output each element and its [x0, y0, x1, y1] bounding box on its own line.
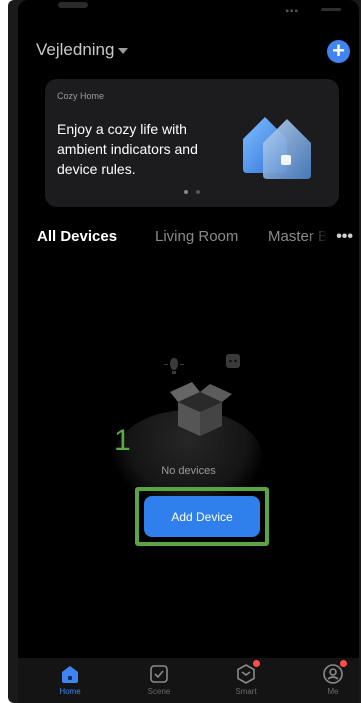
scene-icon	[150, 665, 168, 683]
empty-box-icon	[164, 354, 240, 436]
tabbar-smart[interactable]: Smart	[221, 660, 271, 696]
room-tabs: All Devices Living Room Master Bedroom •…	[18, 228, 359, 252]
tabbar-me[interactable]: Me	[308, 660, 358, 696]
phone-frame: ▪▪▪ Vejledning + Cozy Home Enjoy a cozy …	[8, 0, 361, 703]
empty-state-message: No devices	[161, 465, 216, 477]
battery-icon	[321, 8, 341, 11]
home-name: Vejledning	[36, 40, 115, 59]
tabbar-home[interactable]: Home	[45, 663, 95, 696]
notification-dot	[340, 660, 347, 667]
tab-master-bedroom[interactable]: Master Bedroom	[268, 228, 328, 245]
carousel-dots	[45, 181, 339, 199]
home-selector[interactable]: Vejledning	[36, 40, 129, 60]
add-button[interactable]: +	[327, 40, 350, 63]
add-device-button[interactable]: Add Device	[144, 496, 260, 537]
step-number: 1	[114, 424, 131, 457]
carousel-dot	[183, 190, 188, 194]
tab-all-devices[interactable]: All Devices	[37, 228, 117, 245]
chevron-down-icon	[118, 48, 129, 54]
status-time	[58, 2, 88, 8]
bottom-tab-bar: Home Scene Smart Me	[18, 658, 359, 703]
header: Vejledning +	[18, 36, 359, 66]
status-bar: ▪▪▪	[18, 0, 359, 18]
houses-illustration-icon	[243, 117, 311, 179]
me-icon-wrapper	[322, 660, 347, 685]
banner-text: Enjoy a cozy life with ambient indicator…	[57, 121, 198, 177]
tabbar-label: Smart	[235, 687, 257, 696]
tab-living-room[interactable]: Living Room	[155, 228, 238, 245]
notification-dot	[253, 660, 260, 667]
banner-eyebrow: Cozy Home	[57, 91, 105, 101]
carousel-dot	[196, 190, 201, 194]
home-icon	[62, 666, 78, 683]
app-screen: ▪▪▪ Vejledning + Cozy Home Enjoy a cozy …	[18, 0, 359, 703]
tabbar-label: Me	[327, 687, 339, 696]
signal-icon: ▪▪▪	[285, 6, 299, 17]
banner-card[interactable]: Cozy Home Enjoy a cozy life with ambient…	[45, 79, 339, 207]
smart-icon-wrapper	[235, 660, 260, 685]
tabbar-scene[interactable]: Scene	[134, 663, 184, 696]
tabbar-label: Scene	[147, 687, 171, 696]
tabbar-label: Home	[59, 687, 81, 696]
more-tabs-button[interactable]: •••	[336, 228, 353, 246]
